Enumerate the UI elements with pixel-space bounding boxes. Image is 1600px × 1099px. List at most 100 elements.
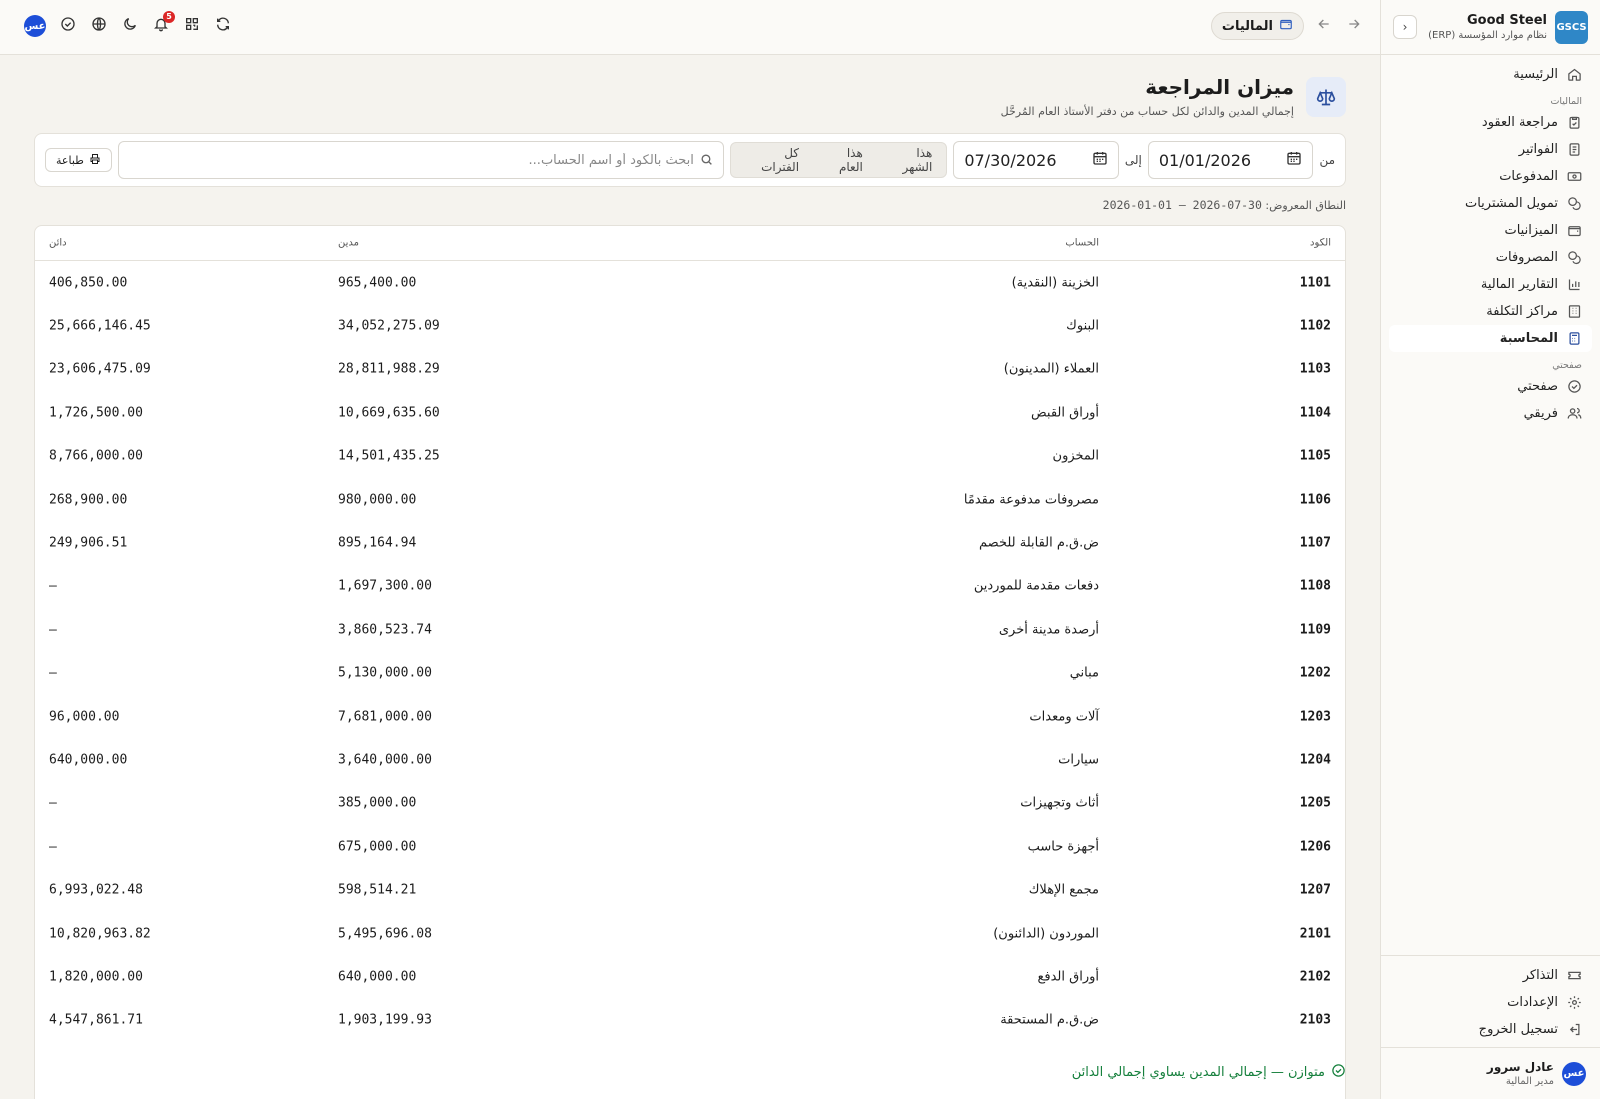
- logout-icon: [1566, 1022, 1582, 1038]
- cell-code: 1205: [1299, 795, 1331, 811]
- table-row[interactable]: 1101 الخزينة (النقدية) 965,400.00 406,850.0…: [35, 261, 1345, 304]
- sidebar-item-budgets[interactable]: الميزانيات: [1389, 217, 1592, 244]
- cell-code: 1106: [1299, 492, 1331, 508]
- cell-code: 1207: [1299, 882, 1331, 898]
- cell-debit: 3,860,523.74: [338, 622, 432, 638]
- table-row[interactable]: 1203 آلات ومعدات 7,681,000.00 96,000.00: [35, 695, 1345, 738]
- sidebar-item-procurement-finance[interactable]: تمويل المشتريات: [1389, 190, 1592, 217]
- table-row[interactable]: 1105 المخزون 14,501,435.25 8,766,000.00: [35, 435, 1345, 478]
- search-input[interactable]: [128, 152, 694, 168]
- col-header-credit[interactable]: دائن: [49, 238, 67, 249]
- cell-account: دفعات مقدمة للموردين: [973, 578, 1099, 594]
- sidebar: GSCS Good Steel نظام موارد المؤسسة (ERP)…: [1380, 0, 1600, 1099]
- qr-scan-icon: [184, 16, 200, 36]
- table-row[interactable]: 2103 ض.ق.م المستحقة 1,903,199.93 4,547,861.…: [35, 999, 1345, 1042]
- notifications-button[interactable]: 5: [151, 10, 175, 36]
- module-chip[interactable]: الماليات: [1210, 12, 1304, 40]
- table-row[interactable]: 1102 البنوك 34,052,275.09 25,666,146.45: [35, 304, 1345, 347]
- sidebar-item-expenses[interactable]: المصروفات: [1389, 244, 1592, 271]
- cell-credit: —: [49, 665, 57, 681]
- from-date-field[interactable]: 01/01/2026: [1147, 141, 1314, 179]
- cell-code: 1206: [1299, 839, 1331, 855]
- language-button[interactable]: [89, 17, 108, 36]
- back-button[interactable]: [1314, 16, 1334, 36]
- refresh-icon: [215, 16, 231, 36]
- scan-button[interactable]: [182, 17, 201, 36]
- preset-this-month[interactable]: هذا الشهر: [875, 146, 943, 174]
- col-header-debit[interactable]: مدين: [338, 238, 359, 249]
- cell-account: الموردون (الدائنون): [993, 926, 1099, 942]
- table-row[interactable]: 1204 سيارات 3,640,000.00 640,000.00: [35, 738, 1345, 781]
- forward-button[interactable]: [1344, 16, 1364, 36]
- cell-credit: 640,000.00: [49, 752, 128, 768]
- moon-icon: [122, 16, 138, 36]
- cell-credit: 249,906.51: [49, 535, 128, 551]
- sidebar-item-my-page[interactable]: صفحتي: [1389, 373, 1592, 400]
- table-row[interactable]: 1109 أرصدة مدينة أخرى 3,860,523.74 —: [35, 608, 1345, 651]
- table-row[interactable]: 1202 مباني 5,130,000.00 —: [35, 652, 1345, 695]
- range-label: النطاق المعروض:: [1265, 199, 1346, 212]
- coins-icon: [1566, 250, 1582, 266]
- cell-credit: —: [49, 795, 57, 811]
- cell-debit: 10,669,635.60: [338, 405, 440, 421]
- sidebar-item-home[interactable]: الرئيسية: [1389, 61, 1592, 88]
- cell-code: 1105: [1299, 448, 1331, 464]
- cell-code: 2101: [1299, 926, 1331, 942]
- cell-credit: 1,820,000.00: [49, 969, 143, 985]
- table-row[interactable]: 1106 مصروفات مدفوعة مقدمًا 980,000.00 268,9…: [35, 478, 1345, 521]
- cell-debit: 598,514.21: [338, 882, 417, 898]
- table-row[interactable]: 1207 مجمع الإهلاك 598,514.21 6,993,022.48: [35, 868, 1345, 911]
- sidebar-collapse-button[interactable]: ‹: [1393, 15, 1417, 39]
- sidebar-item-logout[interactable]: تسجيل الخروج: [1389, 1016, 1592, 1043]
- theme-toggle-button[interactable]: [120, 17, 139, 36]
- cell-credit: 4,547,861.71: [49, 1012, 143, 1028]
- cell-credit: 10,820,963.82: [49, 926, 151, 942]
- table-row[interactable]: 1205 أثاث وتجهيزات 385,000.00 —: [35, 782, 1345, 825]
- sidebar-item-invoices[interactable]: الفواتير: [1389, 136, 1592, 163]
- cell-account: أوراق القبض: [1031, 405, 1099, 421]
- print-button[interactable]: طباعة: [45, 148, 112, 172]
- col-header-code[interactable]: الكود: [1310, 238, 1331, 249]
- avatar: عس: [1562, 1061, 1586, 1086]
- table-row[interactable]: 2102 أوراق الدفع 640,000.00 1,820,000.00: [35, 955, 1345, 998]
- preset-all-periods[interactable]: كل الفترات: [735, 146, 809, 174]
- table-row[interactable]: 1206 أجهزة حاسب 675,000.00 —: [35, 825, 1345, 868]
- sidebar-item-my-team[interactable]: فريقي: [1389, 400, 1592, 427]
- sidebar-item-settings[interactable]: الإعدادات: [1389, 989, 1592, 1016]
- refresh-button[interactable]: [213, 17, 232, 36]
- table-row[interactable]: 1104 أوراق القبض 10,669,635.60 1,726,500.00: [35, 391, 1345, 434]
- to-date-field[interactable]: 07/30/2026: [953, 141, 1119, 179]
- sidebar-item-tickets[interactable]: التذاكر: [1389, 962, 1592, 989]
- preset-this-year[interactable]: هذا العام: [811, 146, 873, 174]
- page-title: ميزان المراجعة: [1145, 75, 1294, 99]
- table-row[interactable]: 1103 العملاء (المدينون) 28,811,988.29 23,60…: [35, 348, 1345, 391]
- table-row[interactable]: 2101 الموردون (الدائنون) 5,495,696.08 10,82…: [35, 912, 1345, 955]
- tasks-button[interactable]: [58, 17, 77, 36]
- table-row[interactable]: 1107 ض.ق.م القابلة للخصم 895,164.94 249,906…: [35, 521, 1345, 564]
- sidebar-item-cost-centers[interactable]: مراكز التكلفة: [1389, 298, 1592, 325]
- col-header-account[interactable]: الحساب: [1065, 238, 1099, 249]
- sidebar-item-contracts[interactable]: مراجعة العقود: [1389, 109, 1592, 136]
- user-profile[interactable]: عس عادل سرور مدير المالية: [1381, 1047, 1600, 1099]
- cell-debit: 28,811,988.29: [338, 361, 440, 377]
- notification-badge: 5: [163, 10, 175, 23]
- search-field[interactable]: [117, 141, 724, 179]
- cell-credit: —: [49, 839, 57, 855]
- balance-status-text: متوازن — إجمالي المدين يساوي إجمالي الدا…: [1071, 1065, 1325, 1080]
- avatar[interactable]: عس: [24, 15, 46, 37]
- page-header: ميزان المراجعة إجمالي المدين والدائن لكل…: [1001, 75, 1346, 118]
- users-icon: [1566, 406, 1582, 422]
- sidebar-item-payments[interactable]: المدفوعات: [1389, 163, 1592, 190]
- table-body: 1101 الخزينة (النقدية) 965,400.00 406,850.0…: [35, 261, 1345, 1042]
- table-row[interactable]: 1108 دفعات مقدمة للموردين 1,697,300.00 —: [35, 565, 1345, 608]
- receipt-icon: [1566, 142, 1582, 158]
- cell-code: 2103: [1299, 1012, 1331, 1028]
- sidebar-item-financial-reports[interactable]: التقارير المالية: [1389, 271, 1592, 298]
- cell-account: أوراق الدفع: [1037, 969, 1099, 985]
- banknote-icon: [1566, 169, 1582, 185]
- sidebar-item-accounting[interactable]: المحاسبة: [1389, 325, 1592, 352]
- cell-account: مجمع الإهلاك: [1028, 882, 1099, 898]
- sidebar-item-label: فريقي: [1523, 406, 1558, 421]
- cell-code: 1102: [1299, 318, 1331, 334]
- cell-credit: 96,000.00: [49, 709, 120, 725]
